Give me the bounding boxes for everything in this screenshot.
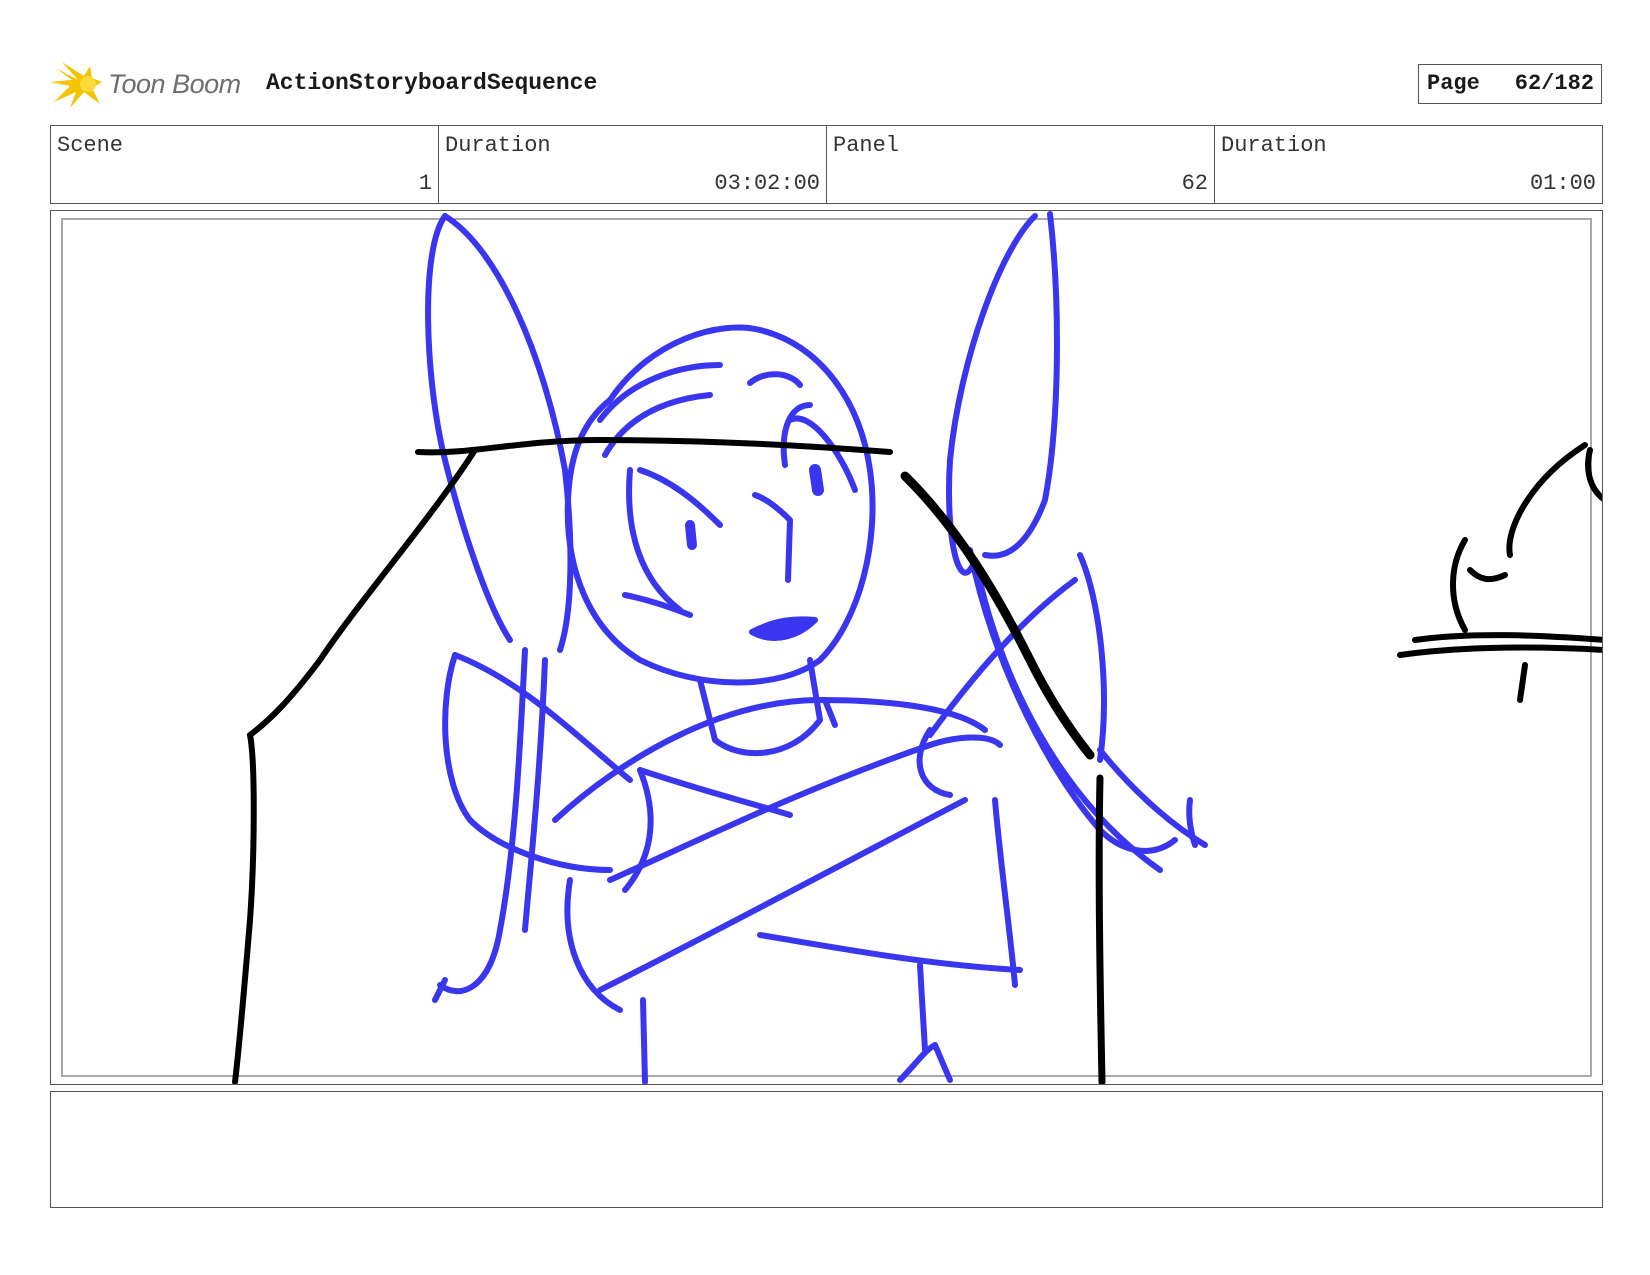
page-indicator: Page 62/182 [1418, 64, 1602, 104]
scene-duration-cell: Duration 03:02:00 [439, 126, 827, 203]
panel-cell: Panel 62 [827, 126, 1215, 203]
storyboard-sketch [232, 211, 1602, 1084]
scene-cell: Scene 1 [51, 126, 439, 203]
project-title: ActionStoryboardSequence [266, 70, 598, 96]
toon-boom-logo: Toon Boom [50, 58, 250, 112]
page-label: Page [1427, 71, 1480, 96]
page-number: 62/182 [1514, 71, 1594, 96]
panel-value: 62 [1181, 171, 1208, 196]
scene-value: 1 [418, 171, 432, 196]
panel-duration-value: 01:00 [1529, 171, 1596, 196]
panel-notes-box [50, 1091, 1603, 1208]
toon-boom-starburst-icon [50, 62, 102, 108]
scene-duration-value: 03:02:00 [714, 171, 820, 196]
logo-text: Toon Boom [108, 69, 241, 99]
scene-duration-label: Duration [445, 133, 551, 158]
character-sketch [425, 211, 1208, 1084]
scene-label: Scene [57, 133, 124, 158]
panel-duration-label: Duration [1221, 133, 1327, 158]
panel-duration-cell: Duration 01:00 [1215, 126, 1602, 203]
panel-label: Panel [833, 133, 900, 158]
panel-info-row: Scene 1 Duration 03:02:00 Panel 62 Durat… [50, 125, 1603, 204]
page-header: Toon Boom ActionStoryboardSequence Page … [50, 58, 1602, 112]
